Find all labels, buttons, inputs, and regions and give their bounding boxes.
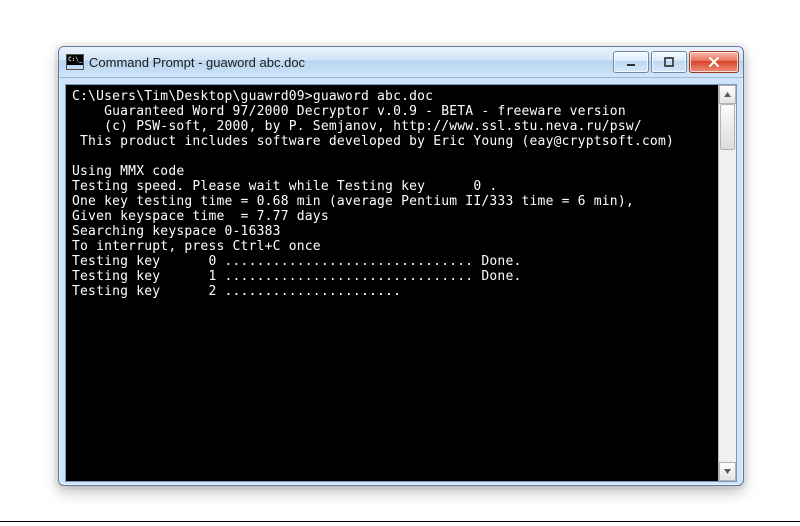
chevron-up-icon bbox=[723, 90, 732, 99]
minimize-button[interactable] bbox=[613, 51, 649, 73]
banner-line: Guaranteed Word 97/2000 Decryptor v.0.9 … bbox=[72, 104, 626, 119]
minimize-icon bbox=[625, 56, 637, 68]
banner-line: (c) PSW-soft, 2000, by P. Semjanov, http… bbox=[72, 119, 642, 134]
window-controls bbox=[611, 51, 739, 73]
status-line: Using MMX code bbox=[72, 164, 184, 179]
scrollbar-thumb[interactable] bbox=[720, 104, 735, 150]
prompt: C:\Users\Tim\Desktop\guawrd09> bbox=[72, 89, 313, 104]
scroll-up-button[interactable] bbox=[719, 85, 736, 104]
progress-line: Testing key 1 ..........................… bbox=[72, 269, 522, 284]
chevron-down-icon bbox=[723, 467, 732, 476]
scroll-down-button[interactable] bbox=[719, 462, 736, 481]
scrollbar-track[interactable] bbox=[719, 104, 736, 462]
maximize-icon bbox=[663, 56, 675, 68]
close-button[interactable] bbox=[689, 51, 739, 73]
title-bar[interactable]: Command Prompt - guaword abc.doc bbox=[59, 47, 743, 78]
close-icon bbox=[707, 56, 721, 68]
terminal-frame: C:\Users\Tim\Desktop\guawrd09>guaword ab… bbox=[65, 84, 737, 482]
terminal-output[interactable]: C:\Users\Tim\Desktop\guawrd09>guaword ab… bbox=[66, 85, 718, 481]
progress-line: Testing key 0 ..........................… bbox=[72, 254, 522, 269]
progress-line: Testing key 2 ...................... bbox=[72, 284, 401, 299]
page-divider bbox=[0, 521, 800, 522]
status-line: One key testing time = 0.68 min (average… bbox=[72, 194, 634, 209]
status-line: Testing speed. Please wait while Testing… bbox=[72, 179, 497, 194]
status-line: Given keyspace time = 7.77 days bbox=[72, 209, 329, 224]
vertical-scrollbar[interactable] bbox=[718, 85, 736, 481]
command-prompt-window: Command Prompt - guaword abc.doc bbox=[58, 46, 744, 486]
maximize-button[interactable] bbox=[651, 51, 687, 73]
status-line: Searching keyspace 0-16383 bbox=[72, 224, 281, 239]
command-text: guaword abc.doc bbox=[313, 89, 433, 104]
banner-line: This product includes software developed… bbox=[72, 134, 674, 149]
hint-line: To interrupt, press Ctrl+C once bbox=[72, 239, 321, 254]
command-prompt-icon bbox=[67, 55, 83, 69]
window-title: Command Prompt - guaword abc.doc bbox=[89, 55, 611, 70]
